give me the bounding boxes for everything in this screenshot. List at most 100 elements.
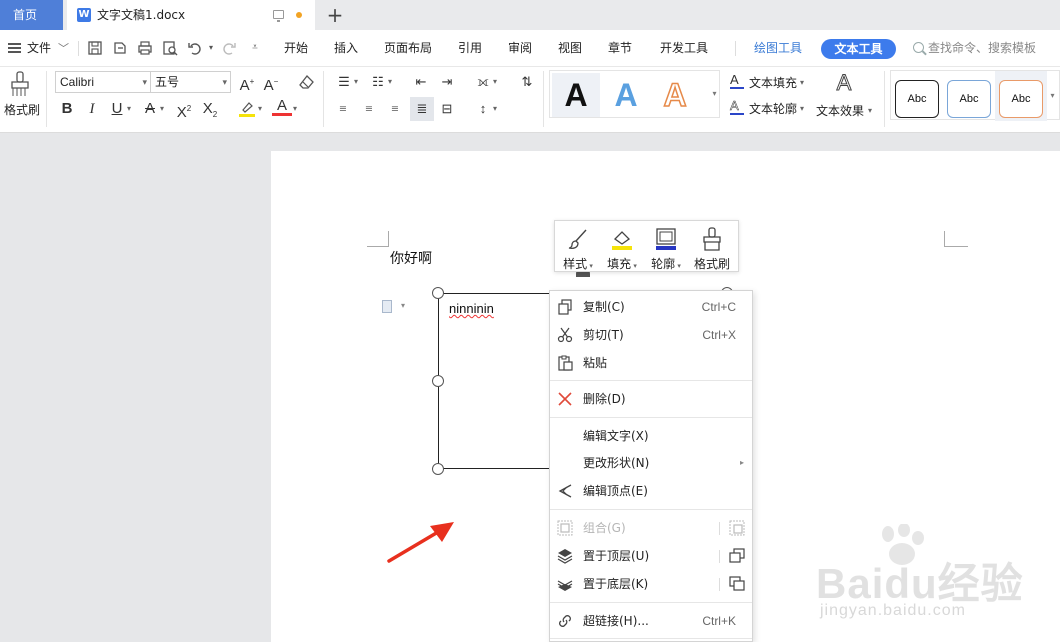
- new-tab-button[interactable]: +: [324, 2, 346, 28]
- highlight-icon[interactable]: [238, 100, 256, 118]
- menu-item-copy[interactable]: 复制(C) Ctrl+C: [550, 294, 752, 320]
- tab-start[interactable]: 开始: [284, 30, 308, 67]
- increase-indent-icon[interactable]: ⇥: [437, 72, 457, 92]
- numbered-list-dropdown-icon[interactable]: ▾: [388, 77, 392, 86]
- grow-font-icon[interactable]: A+: [237, 72, 257, 94]
- shape-style-blue[interactable]: Abc: [947, 80, 991, 118]
- menu-item-bring-to-front[interactable]: 置于顶层(U): [550, 543, 752, 569]
- resize-handle-middle-left[interactable]: [432, 375, 444, 387]
- hamburger-menu-icon[interactable]: [8, 43, 21, 53]
- gallery-more-icon[interactable]: ▾: [1047, 71, 1058, 121]
- align-right-icon[interactable]: ≡: [385, 99, 405, 119]
- customize-toolbar-icon[interactable]: ⩡: [247, 40, 263, 56]
- bold-icon[interactable]: B: [57, 99, 77, 119]
- menu-item-hyperlink[interactable]: 超链接(H)... Ctrl+K: [550, 608, 752, 634]
- bring-forward-icon[interactable]: [729, 548, 745, 564]
- tab-references[interactable]: 引用: [458, 30, 482, 67]
- paragraph-layout-dropdown-icon[interactable]: ▾: [401, 301, 405, 310]
- distributed-icon[interactable]: ⊟: [437, 99, 457, 119]
- save-icon[interactable]: [87, 40, 103, 56]
- chinese-layout-icon[interactable]: ⟗: [473, 72, 493, 92]
- text-outline-button[interactable]: 文本轮廓: [749, 100, 797, 117]
- resize-handle-bottom-left[interactable]: [432, 463, 444, 475]
- menu-item-send-to-back[interactable]: 置于底层(K): [550, 571, 752, 597]
- monitor-icon[interactable]: [273, 10, 284, 22]
- menu-item-change-shape[interactable]: 更改形状(N) ▸: [550, 450, 752, 476]
- undo-icon[interactable]: [187, 40, 203, 56]
- text-style-orange-outline[interactable]: A: [651, 73, 699, 117]
- tab-drawing-tools[interactable]: 绘图工具: [754, 30, 802, 67]
- send-backward-icon[interactable]: [729, 576, 745, 592]
- tab-review[interactable]: 审阅: [508, 30, 532, 67]
- text-style-black[interactable]: A: [552, 73, 600, 117]
- mini-format-painter-button[interactable]: 格式刷: [691, 224, 733, 271]
- file-menu[interactable]: 文件: [27, 30, 51, 67]
- align-center-icon[interactable]: ≡: [359, 99, 379, 119]
- resize-handle-top-left[interactable]: [432, 287, 444, 299]
- format-painter-icon[interactable]: [10, 71, 30, 97]
- tab-text-tools[interactable]: 文本工具: [821, 39, 896, 59]
- mini-fill-button[interactable]: 填充 ▾: [601, 224, 643, 271]
- text-outline-dropdown-icon[interactable]: ▾: [800, 104, 804, 113]
- superscript-icon[interactable]: X2: [174, 99, 194, 121]
- strikethrough-dropdown-icon[interactable]: ▾: [160, 104, 164, 113]
- format-painter-button[interactable]: 格式刷: [4, 101, 40, 118]
- mini-outline-button[interactable]: 轮廓 ▾: [645, 224, 687, 271]
- align-left-icon[interactable]: ≡: [333, 99, 353, 119]
- font-color-icon[interactable]: A: [272, 97, 292, 116]
- line-spacing-dropdown-icon[interactable]: ▾: [493, 104, 497, 113]
- subscript-icon[interactable]: X2: [200, 99, 220, 119]
- text-fill-dropdown-icon[interactable]: ▾: [800, 78, 804, 87]
- chinese-layout-dropdown-icon[interactable]: ▾: [493, 77, 497, 86]
- tab-chapter[interactable]: 章节: [608, 30, 632, 67]
- command-search-input[interactable]: 查找命令、搜索模板: [928, 30, 1036, 67]
- text-fill-button[interactable]: 文本填充: [749, 74, 797, 91]
- text-box-content[interactable]: ninninin: [449, 301, 494, 316]
- mini-style-button[interactable]: 样式 ▾: [557, 224, 599, 271]
- tab-document[interactable]: W 文字文稿1.docx: [67, 0, 315, 30]
- text-effect-icon[interactable]: A: [833, 70, 855, 95]
- shrink-font-icon[interactable]: A−: [261, 72, 281, 94]
- font-name-select[interactable]: Calibri ▾: [55, 71, 151, 93]
- shape-style-black[interactable]: Abc: [895, 80, 939, 118]
- underline-dropdown-icon[interactable]: ▾: [127, 104, 131, 113]
- tab-developer[interactable]: 开发工具: [660, 30, 708, 67]
- menu-item-delete[interactable]: 删除(D): [550, 386, 752, 412]
- clear-format-icon[interactable]: [298, 74, 316, 90]
- italic-icon[interactable]: I: [82, 99, 102, 119]
- output-as-icon[interactable]: [112, 40, 128, 56]
- undo-dropdown-icon[interactable]: ▾: [203, 40, 219, 56]
- underline-icon[interactable]: U: [107, 99, 127, 119]
- redo-icon[interactable]: [221, 40, 237, 56]
- menu-item-cut[interactable]: 剪切(T) Ctrl+X: [550, 322, 752, 348]
- tab-view[interactable]: 视图: [558, 30, 582, 67]
- print-icon[interactable]: [137, 40, 153, 56]
- menu-item-paste[interactable]: 粘贴: [550, 350, 752, 376]
- print-preview-icon[interactable]: [162, 40, 178, 56]
- tab-insert[interactable]: 插入: [334, 30, 358, 67]
- text-style-blue[interactable]: A: [602, 73, 650, 117]
- document-text[interactable]: 你好啊: [390, 248, 432, 268]
- strikethrough-icon[interactable]: A: [140, 99, 160, 119]
- line-spacing-icon[interactable]: ↕: [473, 99, 493, 119]
- sort-icon[interactable]: ⇅: [517, 72, 537, 92]
- font-color-dropdown-icon[interactable]: ▾: [293, 104, 297, 113]
- numbered-list-icon[interactable]: ☷: [368, 72, 388, 92]
- text-outline-icon[interactable]: A: [730, 99, 744, 115]
- chevron-down-icon[interactable]: ﹀: [58, 40, 69, 56]
- font-size-select[interactable]: 五号 ▾: [150, 71, 231, 93]
- tab-home[interactable]: 首页: [0, 0, 63, 30]
- menu-item-edit-text[interactable]: 编辑文字(X): [550, 423, 752, 449]
- text-fill-icon[interactable]: A: [730, 73, 744, 89]
- menu-item-edit-points[interactable]: 编辑顶点(E): [550, 478, 752, 504]
- text-effect-dropdown-icon[interactable]: ▾: [868, 106, 872, 115]
- justify-icon[interactable]: ≣: [410, 97, 434, 121]
- gallery-more-icon[interactable]: ▾: [709, 71, 720, 117]
- bullet-list-icon[interactable]: ☰: [334, 72, 354, 92]
- tab-page-layout[interactable]: 页面布局: [384, 30, 432, 67]
- bullet-list-dropdown-icon[interactable]: ▾: [354, 77, 358, 86]
- highlight-dropdown-icon[interactable]: ▾: [258, 104, 262, 113]
- text-effect-button[interactable]: 文本效果: [816, 102, 864, 119]
- decrease-indent-icon[interactable]: ⇤: [411, 72, 431, 92]
- paragraph-layout-icon[interactable]: [382, 300, 392, 313]
